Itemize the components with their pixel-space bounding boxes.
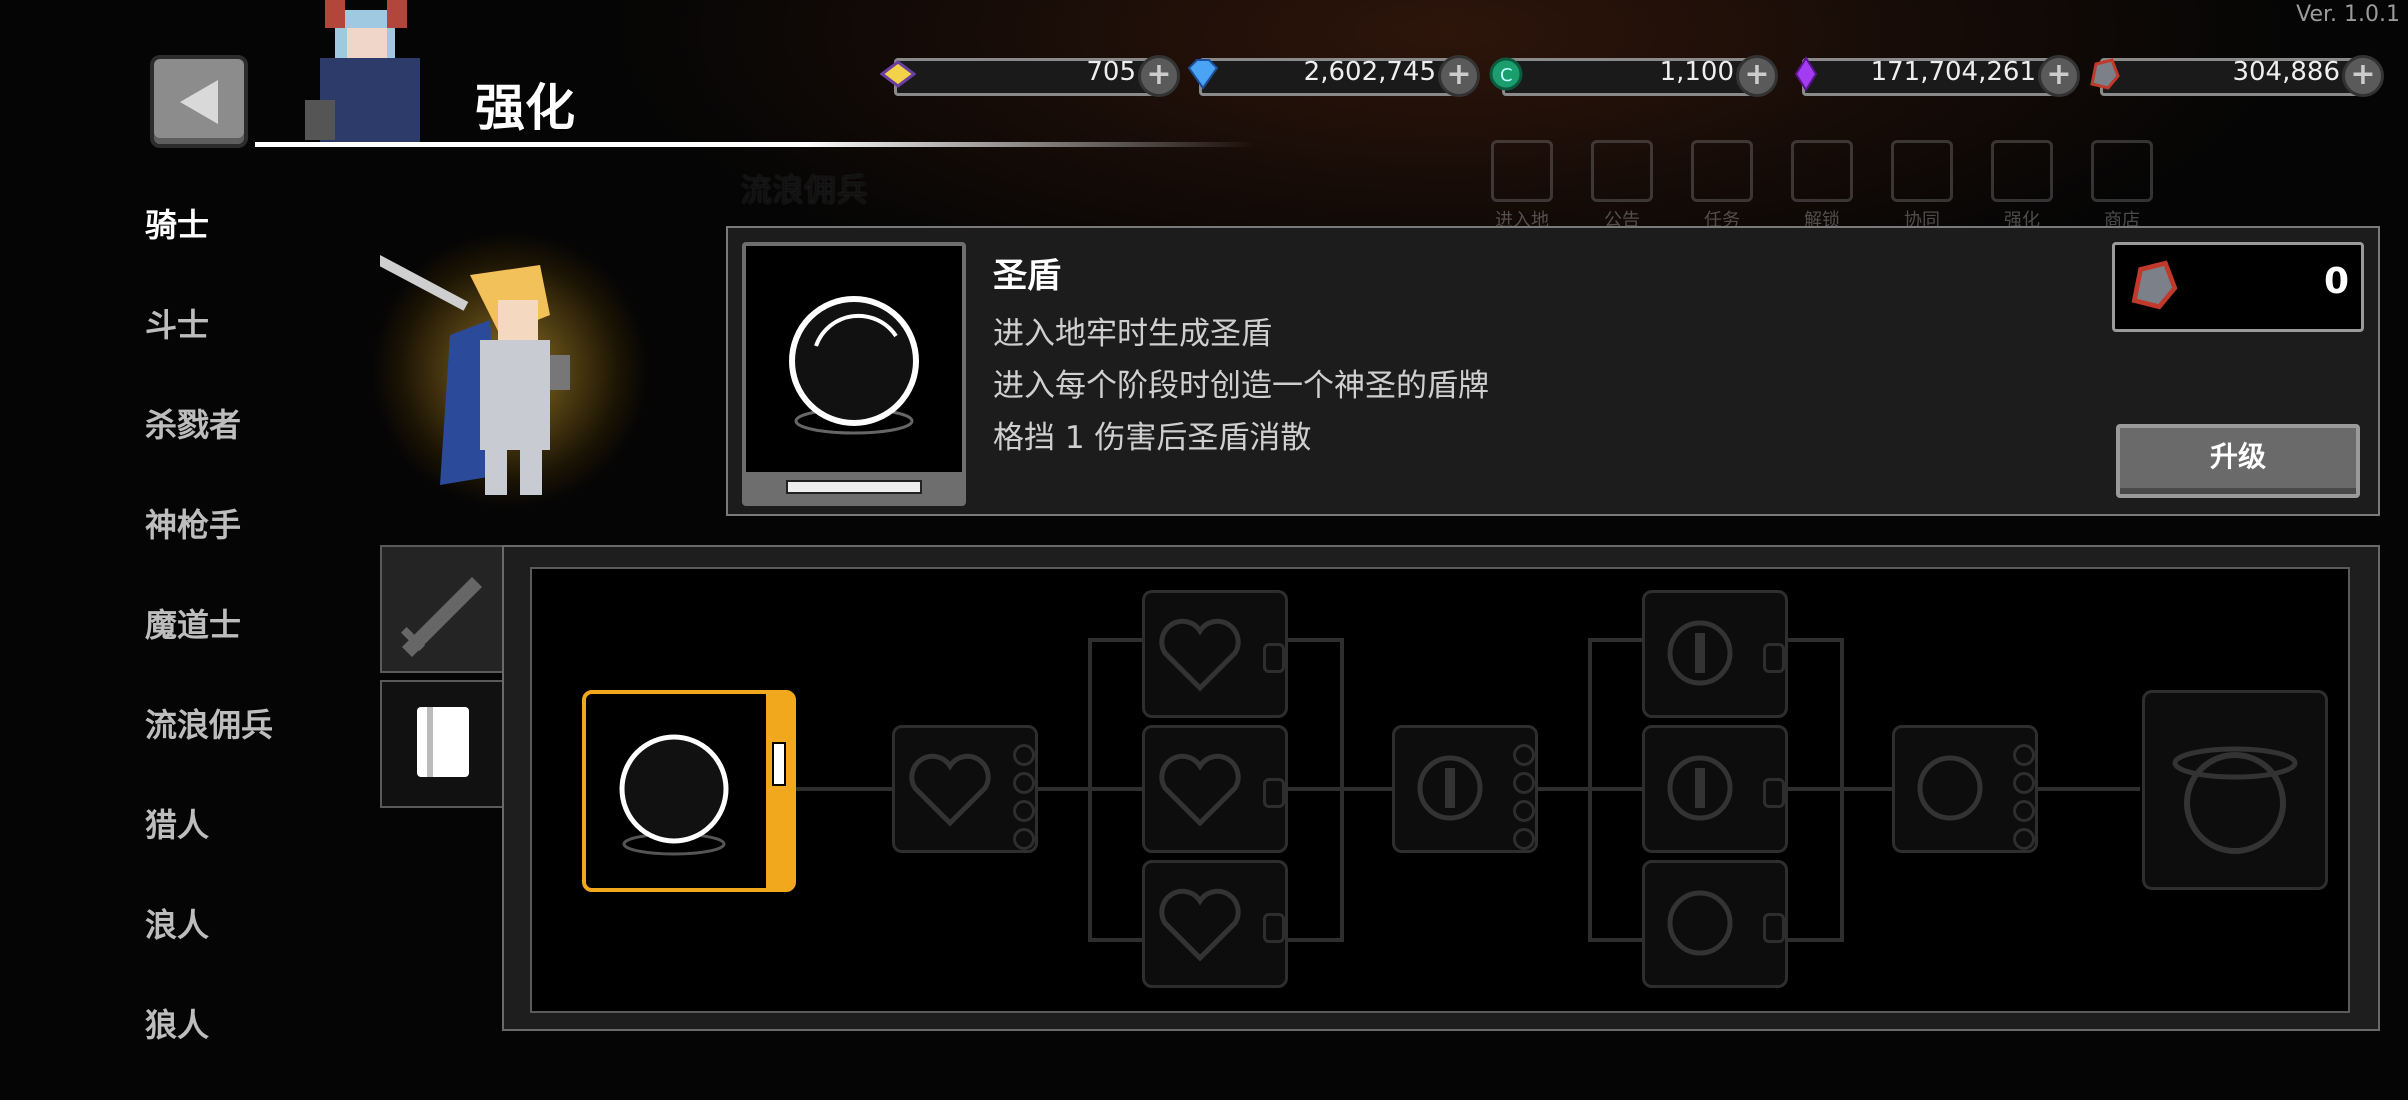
skill-name: 圣盾: [993, 256, 1061, 296]
shield-burst-icon: [1917, 755, 1983, 821]
heart-shield-icon: [1159, 753, 1241, 827]
skill-detail-panel: 圣盾 进入地牢时生成圣盾 进入每个阶段时创造一个神圣的盾牌 格挡 1 伤害后圣盾…: [726, 226, 2380, 516]
class-item[interactable]: 骑士: [145, 200, 273, 300]
class-item[interactable]: 浪人: [145, 900, 273, 1000]
skill-node-holy-shield[interactable]: [582, 690, 796, 892]
version-label: Ver. 1.0.1: [2296, 2, 2400, 27]
class-item[interactable]: 魔道士: [145, 600, 273, 700]
diamond-icon: [1187, 59, 1219, 90]
skill-node-heart-upgrade[interactable]: [1142, 590, 1288, 718]
chat-icon: [1691, 140, 1753, 202]
currency-green-coin: C 1,100 +: [1488, 55, 1778, 97]
swords-icon: [1491, 140, 1553, 202]
currency-purple-crystal: 171,704,261 +: [1788, 55, 2080, 97]
anvil-icon: [1991, 140, 2053, 202]
notice-icon: [1591, 140, 1653, 202]
class-item[interactable]: 流浪佣兵: [145, 700, 273, 800]
skill-node-sword-shield-plus[interactable]: [1642, 590, 1788, 718]
skill-node-broken-sword[interactable]: [1642, 860, 1788, 988]
tree-connector: [1840, 638, 1844, 940]
ultimate-shield-icon: [2172, 746, 2298, 854]
currency-value: 171,704,261: [1870, 57, 2036, 87]
class-item[interactable]: 神枪手: [145, 500, 273, 600]
tree-connector: [1588, 638, 1592, 940]
skill-desc-line: 进入每个阶段时创造一个神圣的盾牌: [993, 368, 1489, 404]
sword-shield-icon: [1417, 755, 1483, 821]
section-label: 流浪佣兵: [740, 171, 869, 209]
green-coin-icon: C: [1489, 57, 1523, 91]
tree-connector: [1340, 638, 1344, 940]
currency-value: 304,886: [2232, 57, 2340, 87]
book-icon: [1891, 140, 1953, 202]
currency-value: 705: [1086, 57, 1136, 87]
ticket-icon: [880, 60, 916, 88]
sword-shield-plus-icon: [1667, 755, 1733, 821]
cost-value: 0: [2323, 261, 2349, 302]
knight-sprite: [380, 255, 570, 495]
skill-node-heart-upgrade[interactable]: [1142, 860, 1288, 988]
holy-shield-icon: [789, 296, 919, 435]
character-avatar: [305, 0, 420, 145]
sword-icon: [400, 577, 482, 657]
currency-value: 1,100: [1659, 57, 1734, 87]
skill-node-sword-shield[interactable]: [1392, 725, 1538, 853]
sword-shield-plus-icon: [1667, 620, 1733, 686]
page-title: 强化: [475, 79, 575, 137]
back-button[interactable]: [150, 55, 248, 148]
upgrade-cost: 0: [2112, 242, 2364, 332]
title-underline: [255, 142, 1255, 147]
add-crystal-button[interactable]: +: [2038, 55, 2080, 97]
add-diamond-button[interactable]: +: [1438, 55, 1480, 97]
skill-image: [742, 242, 966, 506]
skill-node-ultimate[interactable]: [2142, 690, 2328, 890]
currency-ticket: 705 +: [880, 55, 1180, 97]
add-green-coin-button[interactable]: +: [1736, 55, 1778, 97]
heart-shield-icon: [909, 753, 991, 827]
heart-shield-icon: [1159, 618, 1241, 692]
upgrade-button[interactable]: 升级: [2116, 424, 2360, 498]
class-item[interactable]: 狼人: [145, 1000, 273, 1100]
cart-icon: [2091, 140, 2153, 202]
svg-text:C: C: [1500, 65, 1513, 86]
skill-desc-line: 进入地牢时生成圣盾: [993, 316, 1272, 352]
skill-node-heart-upgrade[interactable]: [1142, 725, 1288, 853]
class-item[interactable]: 斗士: [145, 300, 273, 400]
currency-value: 2,602,745: [1303, 57, 1436, 87]
heart-broken-icon: [1159, 888, 1241, 962]
skill-node-shield-burst[interactable]: [1892, 725, 2038, 853]
purple-crystal-icon: [1794, 56, 1818, 92]
back-arrow-icon: [180, 79, 218, 124]
tab-skill-book[interactable]: [380, 680, 504, 808]
currency-ore: 304,886 +: [2086, 55, 2384, 97]
class-list: 骑士 斗士 杀戮者 神枪手 魔道士 流浪佣兵 猎人 浪人 狼人: [145, 200, 273, 1100]
ore-icon: [2131, 260, 2178, 310]
currency-diamond: 2,602,745 +: [1185, 55, 1480, 97]
ore-icon: [2090, 58, 2120, 90]
add-ticket-button[interactable]: +: [1138, 55, 1180, 97]
tab-weapon[interactable]: [380, 545, 504, 673]
add-ore-button[interactable]: +: [2342, 55, 2384, 97]
class-item[interactable]: 杀戮者: [145, 400, 273, 500]
skill-desc-line: 格挡 1 伤害后圣盾消散: [993, 420, 1312, 456]
broken-sword-icon: [1667, 890, 1733, 956]
skill-node-sword-shield-plus[interactable]: [1642, 725, 1788, 853]
holy-shield-icon: [619, 734, 729, 856]
class-item[interactable]: 猎人: [145, 800, 273, 900]
skill-node-heart[interactable]: [892, 725, 1038, 853]
card-icon: [1791, 140, 1853, 202]
book-icon: [417, 707, 469, 777]
tree-connector: [1088, 638, 1092, 940]
